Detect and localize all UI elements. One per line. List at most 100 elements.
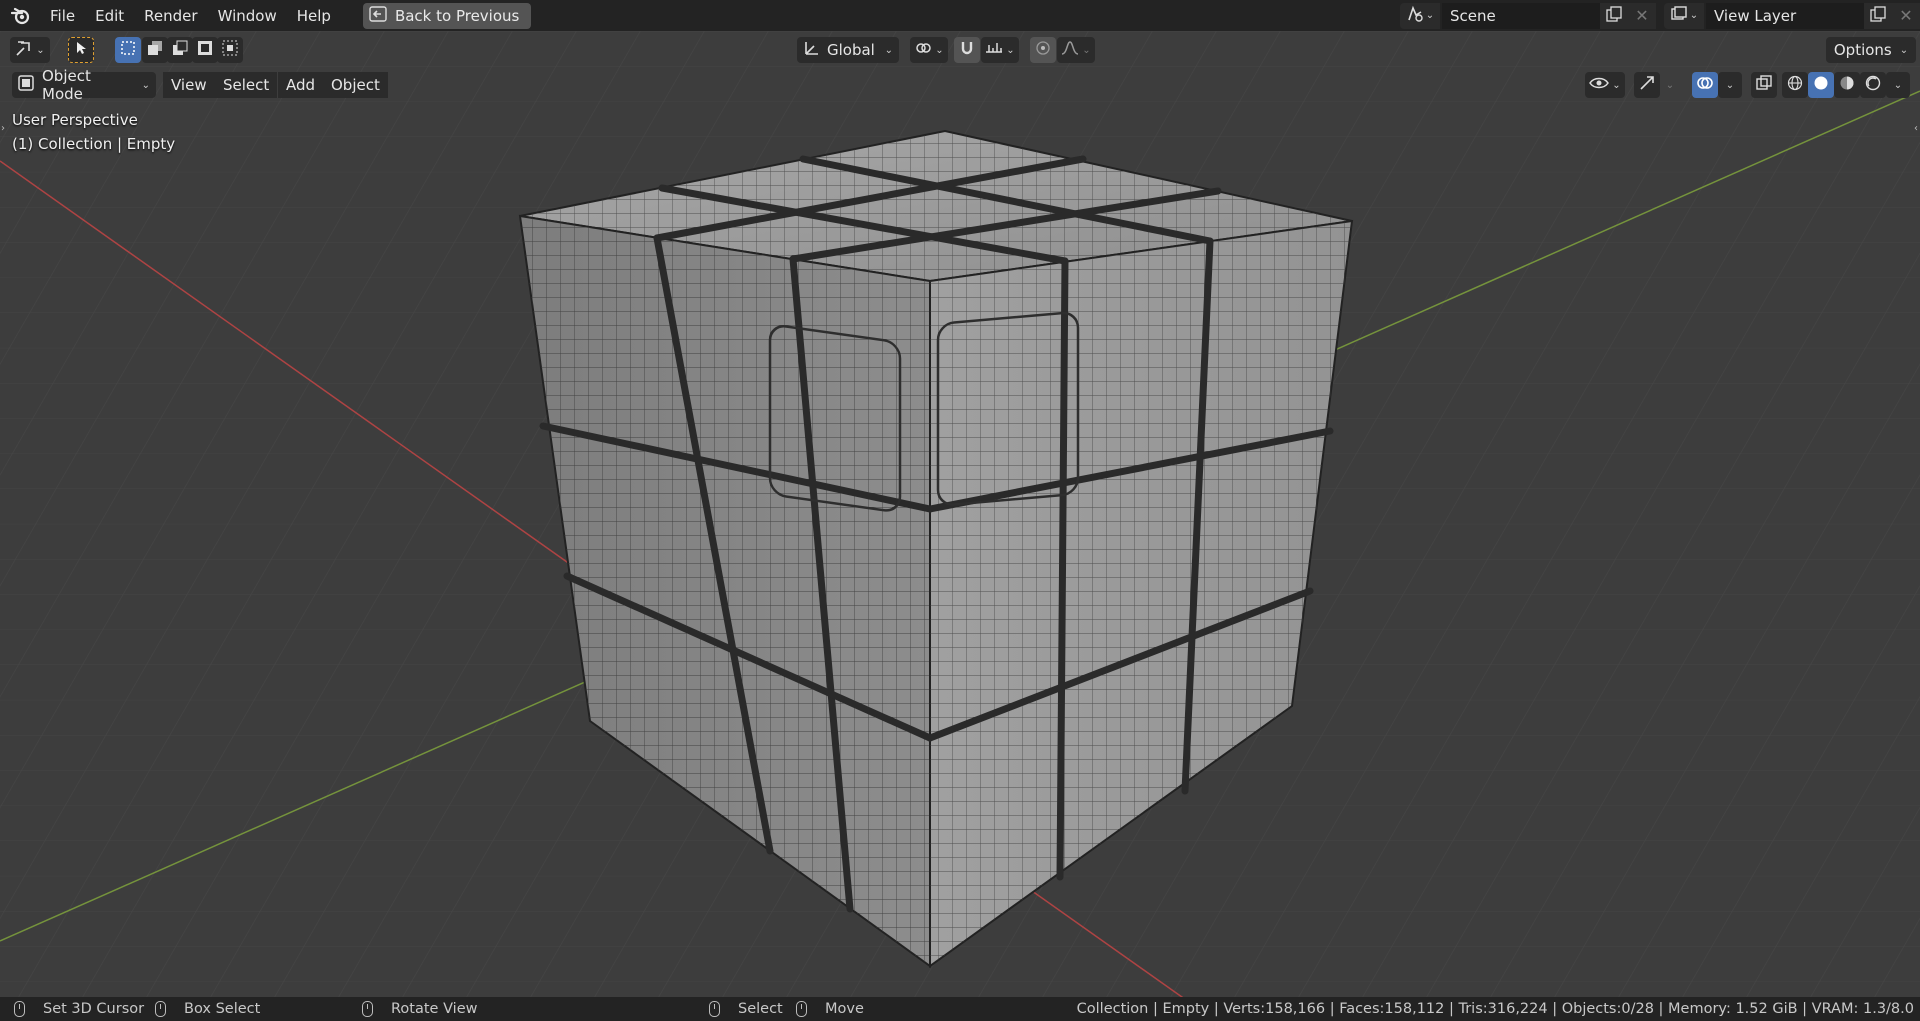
xray-icon — [1756, 75, 1772, 95]
chevron-down-icon: ⌄ — [1725, 79, 1735, 91]
chevron-down-icon: ⌄ — [1899, 44, 1909, 56]
overlays-dropdown[interactable]: ⌄ — [1718, 72, 1742, 98]
select-new-icon — [120, 40, 136, 60]
chevron-down-icon: ⌄ — [1665, 79, 1675, 91]
falloff-curve-icon — [1061, 40, 1079, 60]
scene-icon — [1406, 5, 1424, 27]
back-arrow-icon — [369, 5, 387, 26]
hint-label: Box Select — [184, 1001, 261, 1017]
transform-pivot-dropdown[interactable]: ⌄ — [10, 37, 50, 63]
snap-increment-icon — [985, 40, 1003, 60]
blender-logo-icon[interactable] — [10, 5, 32, 27]
select-menu[interactable]: Select — [215, 72, 278, 98]
delete-view-layer-button[interactable]: ✕ — [1892, 2, 1920, 29]
options-label: Options — [1833, 41, 1892, 59]
select-mode-subtract-button[interactable] — [167, 37, 193, 63]
chevron-down-icon: ⌄ — [1689, 10, 1699, 21]
hint-label: Set 3D Cursor — [43, 1001, 145, 1017]
mouse-left-icon — [14, 1001, 25, 1017]
view-layer-icon — [1670, 5, 1688, 27]
status-bar: Set 3D Cursor Box Select Rotate View Sel… — [0, 997, 1920, 1021]
gizmo-toggle-button[interactable] — [1634, 72, 1660, 98]
magnet-icon — [959, 40, 975, 60]
back-to-previous-button[interactable]: Back to Previous — [362, 2, 532, 29]
top-menu-bar: File Edit Render Window Help Back to Pre… — [0, 0, 1920, 31]
visibility-dropdown[interactable]: ⌄ — [1585, 72, 1625, 98]
shading-dropdown[interactable]: ⌄ — [1886, 72, 1910, 98]
snap-target-dropdown[interactable]: ⌄ — [981, 37, 1019, 63]
object-mode-icon — [18, 75, 34, 95]
copy-icon — [1870, 5, 1886, 26]
mouse-middle-icon — [362, 1001, 373, 1017]
select-invert-icon — [197, 40, 213, 60]
rendered-sphere-icon — [1865, 75, 1881, 95]
proportional-editing-button[interactable] — [1030, 37, 1056, 63]
overlays-toggle-button[interactable] — [1692, 72, 1718, 98]
viewport-header: Object Mode ⌄ View Select Add Object ⌄ ⌄… — [0, 67, 1920, 103]
options-dropdown[interactable]: Options ⌄ — [1826, 37, 1916, 63]
menu-help[interactable]: Help — [287, 3, 341, 29]
xray-toggle-button[interactable] — [1751, 72, 1777, 98]
material-sphere-icon — [1839, 75, 1855, 95]
hint-label: Rotate View — [391, 1001, 478, 1017]
menu-edit[interactable]: Edit — [85, 3, 134, 29]
gizmo-icon — [1638, 74, 1656, 96]
select-extend-icon — [147, 40, 163, 60]
3d-viewport[interactable]: User Perspective (1) Collection | Empty … — [0, 31, 1920, 997]
select-mode-intersect-button[interactable] — [217, 37, 243, 63]
wireframe-sphere-icon — [1787, 75, 1803, 95]
object-menu[interactable]: Object — [323, 72, 388, 98]
mouse-drag-icon — [155, 1001, 166, 1017]
scene-type-dropdown[interactable]: ⌄ — [1400, 2, 1440, 29]
add-menu[interactable]: Add — [278, 72, 324, 98]
select-tool-button[interactable] — [68, 37, 94, 63]
transform-icon — [15, 39, 33, 61]
menu-file[interactable]: File — [40, 3, 85, 29]
shading-material-button[interactable] — [1834, 72, 1860, 98]
shading-rendered-button[interactable] — [1860, 72, 1886, 98]
hint-label: Move — [825, 1001, 864, 1017]
select-mode-extend-button[interactable] — [142, 37, 168, 63]
overlays-icon — [1696, 74, 1714, 96]
new-scene-button[interactable] — [1600, 2, 1628, 29]
proportional-edit-icon — [1035, 40, 1051, 60]
view-menu[interactable]: View — [163, 72, 215, 98]
object-mode-dropdown[interactable]: Object Mode ⌄ — [12, 67, 156, 103]
view-layer-name-field[interactable]: View Layer — [1706, 2, 1864, 29]
select-mode-invert-button[interactable] — [192, 37, 218, 63]
chevron-down-icon: ⌄ — [36, 44, 45, 56]
view-layer-type-dropdown[interactable]: ⌄ — [1664, 2, 1704, 29]
orientation-icon — [803, 39, 821, 61]
select-mode-new-button[interactable] — [115, 37, 141, 63]
shading-solid-button[interactable] — [1808, 72, 1834, 98]
delete-scene-button[interactable]: ✕ — [1628, 2, 1656, 29]
proportional-falloff-dropdown[interactable]: ⌄ — [1057, 37, 1095, 63]
snap-toggle-button[interactable] — [954, 37, 980, 63]
chevron-down-icon: ⌄ — [884, 44, 893, 56]
sidebar-expand-arrow[interactable]: ‹ — [1914, 123, 1918, 134]
hint-box-select: Box Select — [155, 997, 260, 1021]
shading-wireframe-button[interactable] — [1782, 72, 1808, 98]
scene-name-field[interactable]: Scene — [1442, 2, 1600, 29]
chevron-down-icon: ⌄ — [935, 44, 944, 56]
mouse-right-icon — [709, 1001, 720, 1017]
orientation-label: Global — [827, 41, 875, 59]
copy-icon — [1606, 5, 1622, 26]
perspective-label: User Perspective — [12, 111, 138, 129]
new-view-layer-button[interactable] — [1864, 2, 1892, 29]
toolbar-expand-arrow[interactable]: › — [1, 123, 5, 134]
solid-sphere-icon — [1813, 75, 1829, 95]
object-mode-label: Object Mode — [42, 67, 91, 103]
gizmo-dropdown[interactable]: ⌄ — [1660, 72, 1680, 98]
cursor-arrow-icon — [75, 41, 87, 59]
tool-settings-header: ⌄ Global ⌄ ⌄ ⌄ ⌄ Options ⌄ — [0, 31, 1920, 68]
eye-icon — [1589, 75, 1610, 95]
menu-window[interactable]: Window — [208, 3, 287, 29]
chevron-down-icon: ⌄ — [1082, 44, 1091, 56]
pivot-point-dropdown[interactable]: ⌄ — [910, 37, 948, 63]
chevron-down-icon: ⌄ — [1612, 79, 1621, 91]
viewport-scene — [0, 31, 1920, 997]
transform-orientation-dropdown[interactable]: Global ⌄ — [797, 37, 899, 63]
pivot-icon — [914, 39, 932, 61]
menu-render[interactable]: Render — [134, 3, 207, 29]
